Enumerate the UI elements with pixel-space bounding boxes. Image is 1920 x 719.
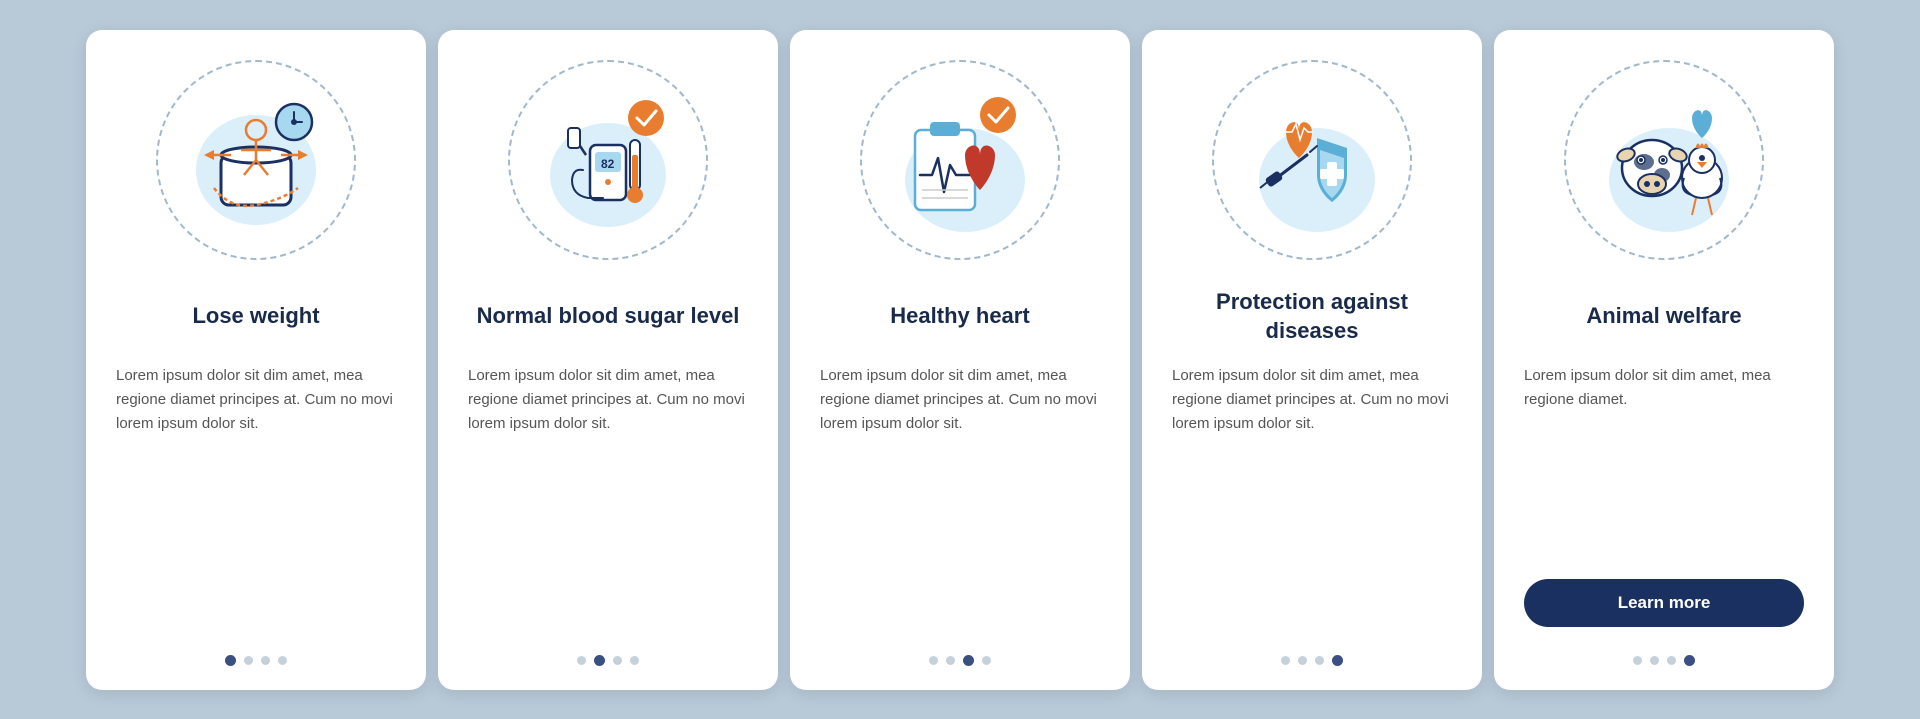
dot-3 — [1315, 656, 1324, 665]
dot-2 — [946, 656, 955, 665]
dot-1 — [225, 655, 236, 666]
card-title-blood-sugar: Normal blood sugar level — [477, 288, 740, 346]
icon-circle-animal-welfare — [1564, 60, 1764, 260]
dot-3 — [1667, 656, 1676, 665]
cards-container: Lose weight Lorem ipsum dolor sit dim am… — [0, 0, 1920, 719]
protection-icon — [1232, 80, 1392, 240]
card-lose-weight: Lose weight Lorem ipsum dolor sit dim am… — [86, 30, 426, 690]
card-title-healthy-heart: Healthy heart — [890, 288, 1029, 346]
card-body-healthy-heart: Lorem ipsum dolor sit dim amet, mea regi… — [820, 364, 1100, 619]
card-title-animal-welfare: Animal welfare — [1586, 288, 1741, 346]
dot-3 — [963, 655, 974, 666]
learn-more-button[interactable]: Learn more — [1524, 579, 1804, 627]
svg-text:82: 82 — [601, 157, 615, 171]
lose-weight-icon — [176, 80, 336, 240]
dots-animal-welfare — [1633, 647, 1695, 666]
card-title-protection: Protection against diseases — [1172, 288, 1452, 346]
dot-2 — [1298, 656, 1307, 665]
dot-2 — [594, 655, 605, 666]
dots-healthy-heart — [929, 647, 991, 666]
dot-3 — [261, 656, 270, 665]
icon-circle-blood-sugar: 82 — [508, 60, 708, 260]
dot-1 — [577, 656, 586, 665]
card-blood-sugar: 82 Normal blood sugar level Lorem ipsum … — [438, 30, 778, 690]
healthy-heart-icon — [880, 80, 1040, 240]
dot-1 — [1281, 656, 1290, 665]
card-healthy-heart: Healthy heart Lorem ipsum dolor sit dim … — [790, 30, 1130, 690]
animal-welfare-icon — [1584, 80, 1744, 240]
icon-circle-healthy-heart — [860, 60, 1060, 260]
card-title-lose-weight: Lose weight — [192, 288, 319, 346]
dot-4 — [1332, 655, 1343, 666]
card-body-blood-sugar: Lorem ipsum dolor sit dim amet, mea regi… — [468, 364, 748, 619]
dots-protection — [1281, 647, 1343, 666]
card-protection: Protection against diseases Lorem ipsum … — [1142, 30, 1482, 690]
icon-circle-lose-weight — [156, 60, 356, 260]
dot-4 — [1684, 655, 1695, 666]
card-animal-welfare: Animal welfare Lorem ipsum dolor sit dim… — [1494, 30, 1834, 690]
card-body-protection: Lorem ipsum dolor sit dim amet, mea regi… — [1172, 364, 1452, 619]
dots-blood-sugar — [577, 647, 639, 666]
dot-2 — [244, 656, 253, 665]
dot-4 — [982, 656, 991, 665]
card-body-animal-welfare: Lorem ipsum dolor sit dim amet, mea regi… — [1524, 364, 1804, 551]
dot-1 — [1633, 656, 1642, 665]
blood-sugar-icon: 82 — [528, 80, 688, 240]
dot-1 — [929, 656, 938, 665]
dot-2 — [1650, 656, 1659, 665]
dot-4 — [630, 656, 639, 665]
card-body-lose-weight: Lorem ipsum dolor sit dim amet, mea regi… — [116, 364, 396, 619]
dot-4 — [278, 656, 287, 665]
icon-circle-protection — [1212, 60, 1412, 260]
dot-3 — [613, 656, 622, 665]
dots-lose-weight — [225, 647, 287, 666]
